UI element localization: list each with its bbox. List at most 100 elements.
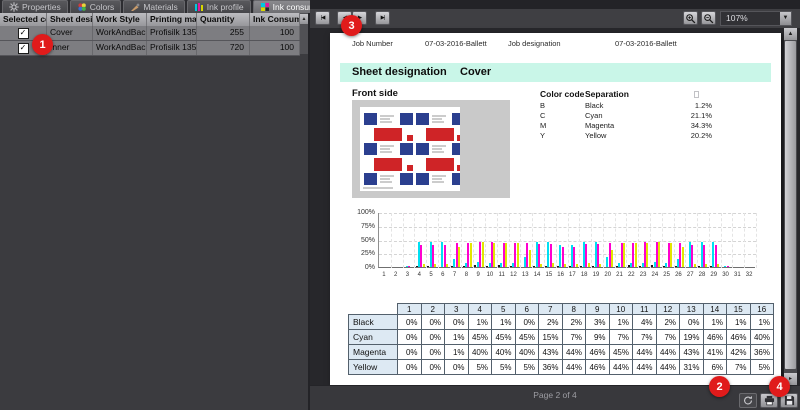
- column-header[interactable]: Selected co...: [0, 13, 47, 26]
- preview-panel: 107% ▼ |◀◀▶▶| Job Number 07-03-2016-Ball…: [310, 0, 800, 410]
- preview-vertical-scrollbar[interactable]: ▲ ▸: [784, 28, 797, 385]
- bar-yellow-19: [599, 264, 601, 267]
- first-page-button[interactable]: |◀: [315, 11, 330, 25]
- bar-yellow-27: [694, 264, 696, 267]
- column-number-header: 3: [445, 304, 469, 315]
- column-number-header: 12: [656, 304, 680, 315]
- consumption-value-cell: 45%: [515, 330, 539, 345]
- tab-colors[interactable]: Colors: [70, 0, 122, 13]
- gridline: [414, 213, 415, 268]
- magnifier-plus-icon: [685, 13, 696, 24]
- x-tick-label: 8: [460, 272, 472, 278]
- y-tick-label: 0%: [342, 264, 375, 271]
- consumption-value-cell: 5%: [468, 360, 492, 375]
- side-label: Front side: [352, 88, 398, 99]
- zoom-level-select[interactable]: 107% ▼: [720, 11, 792, 26]
- separation-value: 20.2%: [630, 131, 712, 140]
- consumption-value-cell: 36%: [539, 360, 563, 375]
- separation-row: CCyan21.1%: [330, 111, 781, 121]
- consumption-value-cell: 0%: [445, 360, 469, 375]
- selected-checkbox[interactable]: ✓: [18, 28, 29, 39]
- consumption-value-cell: 1%: [492, 315, 516, 330]
- gridline: [520, 213, 521, 268]
- column-number-header: 8: [562, 304, 586, 315]
- sheets-table-scrollbar[interactable]: ▲: [300, 13, 308, 54]
- gridline: [756, 213, 757, 268]
- zoom-in-button[interactable]: [683, 11, 698, 25]
- consumption-row-yellow: Yellow0%0%0%5%5%5%36%44%46%44%44%44%31%6…: [349, 360, 774, 375]
- save-icon: [784, 395, 795, 406]
- gridline: [685, 213, 686, 268]
- bar-yellow-24: [658, 242, 660, 267]
- consumption-value-cell: 0%: [398, 360, 422, 375]
- scroll-up-icon[interactable]: ▲: [784, 28, 797, 40]
- y-tick-label: 100%: [342, 209, 375, 216]
- consumption-value-cell: 45%: [609, 345, 633, 360]
- zoom-out-button[interactable]: [701, 11, 716, 25]
- x-tick-label: 18: [578, 272, 590, 278]
- gridline: [709, 213, 710, 268]
- scrollbar-thumb[interactable]: [785, 41, 796, 369]
- consumption-value-cell: 2%: [656, 315, 680, 330]
- ink-name-cell: Yellow: [349, 360, 398, 375]
- x-tick-label: 9: [472, 272, 484, 278]
- refresh-button[interactable]: [739, 393, 757, 408]
- report-page: Job Number 07-03-2016-Ballett Job design…: [330, 33, 781, 385]
- consumption-value-cell: 40%: [515, 345, 539, 360]
- consumption-value-cell: 15%: [539, 330, 563, 345]
- bar-yellow-5: [434, 264, 436, 267]
- bar-magenta-3: [408, 266, 410, 267]
- gridline: [532, 213, 533, 268]
- consumption-value-cell: 0%: [398, 345, 422, 360]
- x-tick-label: 16: [555, 272, 567, 278]
- consumption-value-cell: 0%: [421, 345, 445, 360]
- separation-code: C: [540, 111, 545, 120]
- bar-yellow-23: [646, 243, 648, 267]
- column-header[interactable]: Ink Consum...: [250, 13, 300, 26]
- column-header[interactable]: Sheet desig...: [47, 13, 93, 26]
- consumption-value-cell: 44%: [633, 345, 657, 360]
- color-code-header: Color code: [540, 89, 584, 99]
- x-tick-label: 25: [661, 272, 673, 278]
- bar-yellow-20: [611, 250, 613, 267]
- tab-properties[interactable]: Properties: [2, 0, 68, 13]
- table-cell: 100: [250, 41, 300, 55]
- separation-name: Yellow: [585, 131, 606, 140]
- consumption-value-cell: 31%: [680, 360, 704, 375]
- column-number-header: 14: [703, 304, 727, 315]
- consumption-value-cell: 40%: [750, 330, 774, 345]
- column-header[interactable]: Work Style: [93, 13, 147, 26]
- consumption-value-cell: 45%: [492, 330, 516, 345]
- separation-value: 1.2%: [630, 101, 712, 110]
- gridline: [615, 213, 616, 268]
- table-cell: WorkAndBack: [93, 41, 147, 55]
- consumption-value-cell: 46%: [703, 330, 727, 345]
- consumption-value-cell: 19%: [680, 330, 704, 345]
- bar-yellow-17: [576, 264, 578, 267]
- selected-checkbox[interactable]: ✓: [18, 43, 29, 54]
- table-cell: 100: [250, 26, 300, 40]
- job-number-value: 07-03-2016-Ballett: [425, 39, 487, 48]
- scroll-up-icon[interactable]: ▲: [300, 14, 308, 24]
- consumption-value-cell: 40%: [468, 345, 492, 360]
- sheet-designation-value: Cover: [460, 66, 491, 78]
- bar-yellow-22: [635, 243, 637, 267]
- consumption-value-cell: 5%: [492, 360, 516, 375]
- last-page-button[interactable]: ▶|: [375, 11, 390, 25]
- consumption-value-cell: 0%: [421, 315, 445, 330]
- consumption-value-cell: 0%: [421, 330, 445, 345]
- x-tick-label: 1: [378, 272, 390, 278]
- tab-ink-profile[interactable]: Ink profile: [187, 0, 251, 13]
- table-cell: Profisilk 135: [147, 41, 197, 55]
- column-header[interactable]: Printing mat...: [147, 13, 197, 26]
- consumption-value-cell: 0%: [515, 315, 539, 330]
- bar-yellow-9: [482, 242, 484, 267]
- x-tick-label: 23: [637, 272, 649, 278]
- tab-materials[interactable]: Materials: [123, 0, 184, 13]
- gridline: [485, 213, 486, 268]
- chevron-down-icon[interactable]: ▼: [780, 12, 791, 25]
- separation-row: YYellow20.2%: [330, 131, 781, 141]
- gridline: [450, 213, 451, 268]
- callout-badge-2: 2: [709, 376, 730, 397]
- column-header[interactable]: Quantity: [197, 13, 250, 26]
